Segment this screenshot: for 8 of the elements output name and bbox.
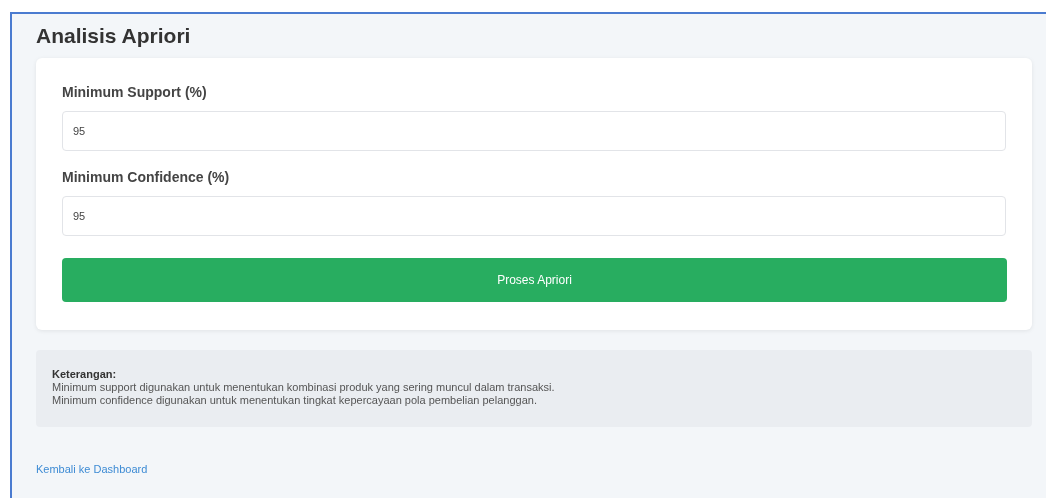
number-field[interactable]: 95 [62,111,1006,151]
field-label: Minimum Support (%) [62,83,207,102]
info-text: Minimum confidence digunakan untuk menentukan tingkat kepercayaan pola pembelian pelanggan. [52,394,537,407]
info-text: Minimum support digunakan untuk menentukan kombinasi produk yang sering muncul dalam transaksi. [52,381,555,394]
page-title: Analisis Apriori [36,23,191,49]
info-heading: Keterangan: [52,368,117,381]
field-label: Minimum Confidence (%) [62,168,230,187]
number-field[interactable]: 95 [62,196,1006,236]
